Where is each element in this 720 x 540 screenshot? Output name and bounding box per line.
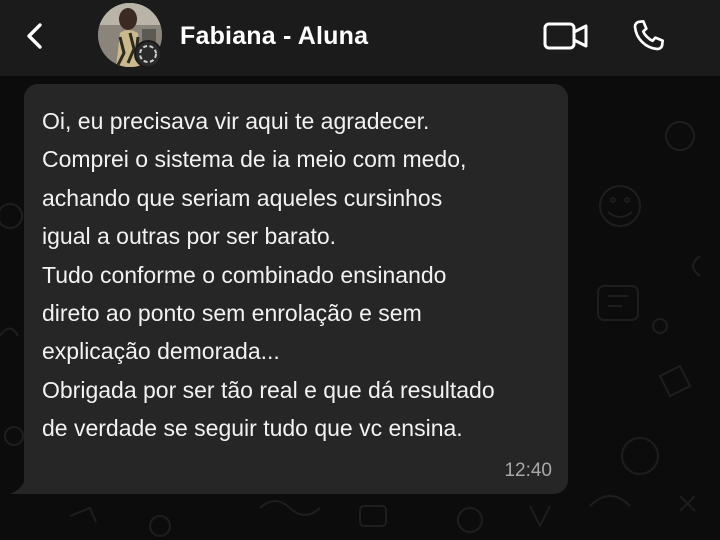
back-button[interactable] <box>18 18 54 54</box>
video-camera-icon <box>543 22 588 50</box>
message-timestamp: 12:40 <box>504 460 552 481</box>
video-call-button[interactable] <box>542 18 590 54</box>
phone-icon <box>633 20 664 51</box>
chevron-left-icon <box>27 23 42 49</box>
chat-header: Fabiana - Aluna <box>0 0 720 76</box>
voice-call-button[interactable] <box>628 16 668 56</box>
bubble-tail <box>10 482 24 494</box>
message-bubble[interactable]: Oi, eu precisava vir aqui te agradecer. … <box>24 84 568 494</box>
chat-area[interactable]: Oi, eu precisava vir aqui te agradecer. … <box>0 76 720 540</box>
contact-name[interactable]: Fabiana - Aluna <box>180 18 368 54</box>
status-ring-icon <box>134 40 162 68</box>
message-text: Oi, eu precisava vir aqui te agradecer. … <box>42 108 495 442</box>
